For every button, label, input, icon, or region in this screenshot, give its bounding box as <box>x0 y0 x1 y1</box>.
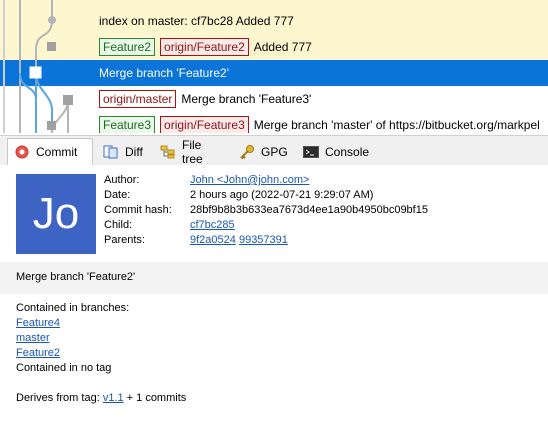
tab-commit[interactable]: Commit <box>7 138 93 166</box>
parent-link[interactable]: 9f2a0524 <box>190 234 236 246</box>
remote-branch-tag[interactable]: origin/master <box>99 90 177 108</box>
graph-lanes <box>3 0 73 133</box>
revision-graph[interactable]: index on master: cf7bc28 Added 777 Featu… <box>0 0 548 133</box>
commit-icon <box>14 145 30 159</box>
tab-label: Console <box>325 145 370 159</box>
commit-node <box>48 16 56 24</box>
derives-prefix: Derives from tag: <box>16 392 103 404</box>
derives-from-tag: Derives from tag: v1.1 + 1 commits <box>16 392 186 404</box>
child-label: Child: <box>104 219 133 231</box>
commit-node <box>29 66 42 79</box>
commit-node <box>47 121 56 130</box>
branch-tag[interactable]: Feature3 <box>99 116 156 133</box>
commit-node <box>47 42 56 51</box>
tab-console[interactable]: Console <box>296 139 376 165</box>
contained-in-branches-label: Contained in branches: <box>16 302 130 314</box>
commit-message: index on master: cf7bc28 Added 777 <box>99 14 294 28</box>
author-label: Author: <box>104 174 140 186</box>
tab-label: File tree <box>182 138 203 166</box>
diff-icon <box>103 145 119 159</box>
tab-file-tree[interactable]: File tree <box>153 138 231 166</box>
parent-link[interactable]: 99357391 <box>239 234 288 246</box>
commit-message: Added 777 <box>253 40 312 54</box>
tag-link-v1-1[interactable]: v1.1 <box>103 392 124 404</box>
commit-message: Merge branch 'master' of https://bitbuck… <box>253 118 540 132</box>
branch-link-feature2[interactable]: Feature2 <box>16 347 60 359</box>
commit-message: Merge branch 'Feature2' <box>16 271 136 283</box>
derives-suffix: + 1 commits <box>123 392 187 404</box>
commit-message: Merge branch 'Feature2' <box>99 66 229 80</box>
date-label: Date: <box>104 189 131 201</box>
commit-details-panel: Jo Author: John <John@john.com> Date: 2 … <box>0 165 548 437</box>
commit-hash-label: Commit hash: <box>104 204 172 216</box>
tab-label: GPG <box>261 145 288 159</box>
key-icon <box>239 145 255 160</box>
detail-tab-bar: Commit Diff File tree GPG Console <box>0 135 548 166</box>
branch-tag[interactable]: Feature2 <box>99 38 156 56</box>
author-link[interactable]: John <John@john.com> <box>190 174 309 186</box>
tab-label: Commit <box>36 145 78 159</box>
branch-link-master[interactable]: master <box>16 332 50 344</box>
parents-label: Parents: <box>104 234 145 246</box>
avatar: Jo <box>16 174 96 254</box>
commit-node <box>63 95 73 105</box>
remote-branch-tag[interactable]: origin/Feature3 <box>160 116 249 133</box>
tab-label: Diff <box>125 145 143 159</box>
commit-message-box: Merge branch 'Feature2' <box>0 262 548 294</box>
child-link[interactable]: cf7bc285 <box>190 219 235 231</box>
file-tree-icon <box>160 145 176 159</box>
date-value: 2 hours ago (2022-07-21 9:29:07 AM) <box>190 189 374 201</box>
tab-gpg[interactable]: GPG <box>232 139 294 165</box>
commit-message: Merge branch 'Feature3' <box>181 92 312 106</box>
branch-link-feature4[interactable]: Feature4 <box>16 317 60 329</box>
console-icon <box>303 145 319 159</box>
commit-hash-value: 28bf9b8b3b633ea7673d4ee1a90b4950bc09bf15 <box>190 204 428 216</box>
tab-diff[interactable]: Diff <box>96 139 152 165</box>
remote-branch-tag[interactable]: origin/Feature2 <box>160 38 249 56</box>
contained-tag-text: Contained in no tag <box>16 362 112 374</box>
